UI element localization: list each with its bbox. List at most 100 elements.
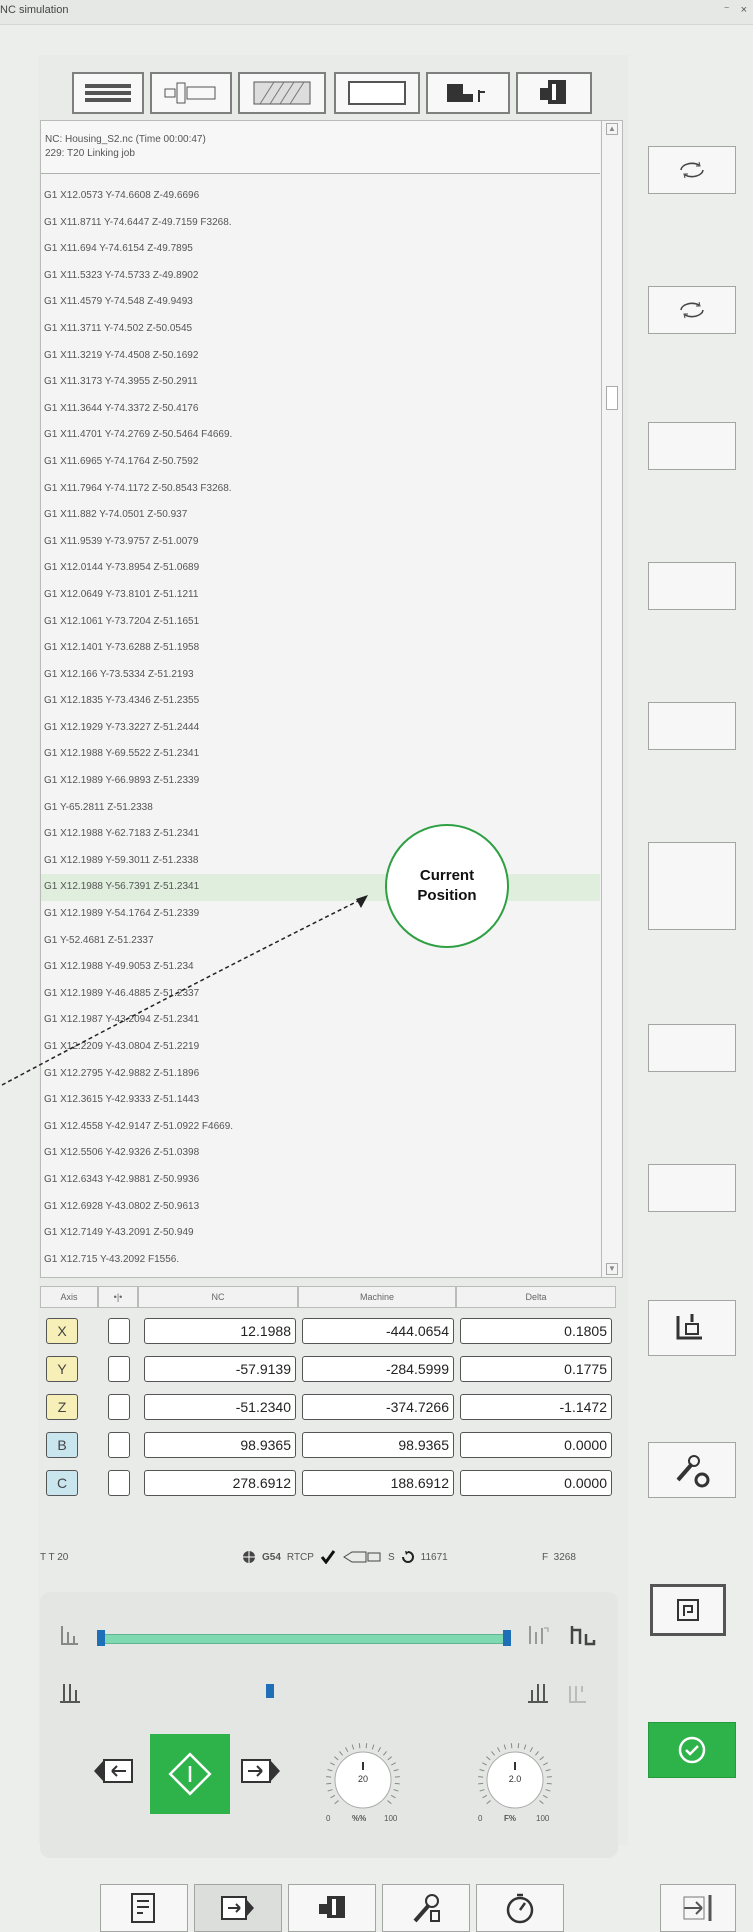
- progress-end-marker[interactable]: [503, 1630, 511, 1646]
- machine-setup-button[interactable]: [648, 1300, 736, 1356]
- code-line[interactable]: G1 X12.1835 Y-73.4346 Z-51.2355: [41, 688, 600, 715]
- scroll-thumb[interactable]: [606, 386, 618, 410]
- code-line[interactable]: G1 X12.7149 Y-43.2091 Z-50.949: [41, 1220, 600, 1247]
- code-line[interactable]: G1 X12.1929 Y-73.3227 Z-51.2444: [41, 715, 600, 742]
- lines-view-button[interactable]: [72, 72, 144, 114]
- spindle-rotate-icon: [401, 1551, 414, 1563]
- code-line[interactable]: G1 X11.3173 Y-74.3955 Z-50.2911: [41, 369, 600, 396]
- export-button[interactable]: [194, 1884, 282, 1932]
- code-line[interactable]: G1 Y-65.2811 Z-51.2338: [41, 795, 600, 822]
- blank-button-1[interactable]: [648, 422, 736, 470]
- code-line[interactable]: G1 X12.1061 Y-73.7204 Z-51.1651: [41, 609, 600, 636]
- rtcp-status: RTCP: [286, 1551, 314, 1563]
- setup-button[interactable]: [382, 1884, 470, 1932]
- code-line[interactable]: G1 X11.7964 Y-74.1172 Z-50.8543 F3268.: [41, 476, 600, 503]
- blank-button-4[interactable]: [648, 842, 736, 930]
- report-icon: [131, 1893, 155, 1923]
- code-line[interactable]: G1 X11.9539 Y-73.9757 Z-51.0079: [41, 529, 600, 556]
- confirm-button[interactable]: [648, 1722, 736, 1778]
- code-line[interactable]: G1 X12.5506 Y-42.9326 Z-51.0398: [41, 1140, 600, 1167]
- dial-min: 0: [478, 1814, 483, 1823]
- status-bar: G54 RTCP S 11671: [242, 1550, 448, 1564]
- code-line[interactable]: G1 X12.6343 Y-42.9881 Z-50.9936: [41, 1167, 600, 1194]
- toolpath-icon[interactable]: [568, 1622, 598, 1648]
- blank-button-3[interactable]: [648, 702, 736, 750]
- code-line[interactable]: G1 X12.715 Y-43.2092 F1556.: [41, 1247, 600, 1274]
- scroll-down-arrow-icon[interactable]: ▼: [606, 1263, 618, 1275]
- axis-label-c: C: [46, 1470, 78, 1496]
- exit-button[interactable]: [660, 1884, 736, 1932]
- nc-job-name: 229: T20 Linking job: [45, 148, 135, 159]
- scroll-up-arrow-icon[interactable]: ▲: [606, 123, 618, 135]
- window-controls[interactable]: ⁻ ×: [724, 3, 751, 16]
- code-line[interactable]: G1 X12.0649 Y-73.8101 Z-51.1211: [41, 582, 600, 609]
- hatch-view-button[interactable]: [238, 72, 326, 114]
- progress-start-marker[interactable]: [97, 1630, 105, 1646]
- override-dial[interactable]: 2.0 0 F% 100: [472, 1740, 558, 1830]
- nc-code-lines: G1 X12.0573 Y-74.6608 Z-49.6696 G1 X11.87…: [41, 183, 600, 1277]
- tool-view-button[interactable]: [516, 72, 592, 114]
- delta-value: 0.1805: [460, 1318, 612, 1344]
- override-dial[interactable]: 20 0 %% 100: [320, 1740, 406, 1830]
- axis-lock-checkbox[interactable]: [108, 1394, 130, 1420]
- step-forward-icon[interactable]: [526, 1680, 550, 1706]
- checkmark-icon: [320, 1550, 336, 1564]
- code-line[interactable]: G1 X11.3219 Y-74.4508 Z-50.1692: [41, 343, 600, 370]
- time-button[interactable]: [476, 1884, 564, 1932]
- code-line[interactable]: G1 X12.1989 Y-59.3011 Z-51.2338: [41, 848, 600, 875]
- stop-icon[interactable]: [566, 1682, 590, 1706]
- progress-track[interactable]: [100, 1634, 510, 1644]
- position-marker[interactable]: [266, 1684, 274, 1698]
- callout-arrow: [1, 895, 368, 1086]
- rotate-view-button-1[interactable]: [648, 146, 736, 194]
- code-line[interactable]: G1 X12.6928 Y-43.0802 Z-50.9613: [41, 1194, 600, 1221]
- code-line[interactable]: G1 X12.0144 Y-73.8954 Z-51.0689: [41, 555, 600, 582]
- col-delta: Delta: [456, 1286, 616, 1308]
- report-button[interactable]: [100, 1884, 188, 1932]
- code-line[interactable]: G1 X12.4558 Y-42.9147 Z-51.0922 F4669.: [41, 1114, 600, 1141]
- code-line[interactable]: G1 X11.882 Y-74.0501 Z-50.937: [41, 502, 600, 529]
- code-line[interactable]: G1 X12.166 Y-73.5334 Z-51.2193: [41, 662, 600, 689]
- tool-settings-button[interactable]: [648, 1442, 736, 1498]
- code-line[interactable]: G1 X11.5323 Y-74.5733 Z-49.8902: [41, 263, 600, 290]
- start-button[interactable]: [150, 1734, 230, 1814]
- jump-end-icon[interactable]: [526, 1622, 552, 1648]
- jump-start-icon[interactable]: [58, 1622, 82, 1648]
- code-line[interactable]: G1 X11.3644 Y-74.3372 Z-50.4176: [41, 396, 600, 423]
- axis-lock-checkbox[interactable]: [108, 1470, 130, 1496]
- code-line[interactable]: G1 X12.7153 Y-45.6343 F4669.: [41, 1273, 600, 1277]
- blank-button-6[interactable]: [648, 1164, 736, 1212]
- axis-lock-checkbox[interactable]: [108, 1356, 130, 1382]
- blank-button-5[interactable]: [648, 1024, 736, 1072]
- previous-button-icon[interactable]: [92, 1756, 136, 1786]
- component-view-button[interactable]: [150, 72, 232, 114]
- wrench-icon: [413, 1894, 440, 1923]
- tool-button[interactable]: [288, 1884, 376, 1932]
- callout-line-1: Current: [419, 867, 475, 884]
- next-button-icon[interactable]: [238, 1756, 282, 1786]
- code-line[interactable]: G1 X12.0573 Y-74.6608 Z-49.6696: [41, 183, 600, 210]
- code-line[interactable]: G1 X11.4701 Y-74.2769 Z-50.5464 F4669.: [41, 422, 600, 449]
- code-line[interactable]: G1 X11.694 Y-74.6154 Z-49.7895: [41, 236, 600, 263]
- rectangle-view-button[interactable]: [334, 72, 420, 114]
- axis-lock-checkbox[interactable]: [108, 1318, 130, 1344]
- machine-view-button[interactable]: [426, 72, 510, 114]
- axis-lock-checkbox[interactable]: [108, 1432, 130, 1458]
- code-line[interactable]: G1 X11.3711 Y-74.502 Z-50.0545: [41, 316, 600, 343]
- code-line[interactable]: G1 X12.1989 Y-66.9893 Z-51.2339: [41, 768, 600, 795]
- code-line[interactable]: G1 X11.4579 Y-74.548 Z-49.9493: [41, 289, 600, 316]
- code-scrollbar[interactable]: ▲ ▼: [601, 121, 622, 1277]
- blank-button-2[interactable]: [648, 562, 736, 610]
- step-mode-button[interactable]: [650, 1584, 726, 1636]
- nc-code-listing[interactable]: NC: Housing_S2.nc (Time 00:00:47) 229: T…: [40, 120, 623, 1278]
- code-line[interactable]: G1 X12.1988 Y-62.7183 Z-51.2341: [41, 821, 600, 848]
- dial-max: 100: [536, 1814, 550, 1823]
- delta-value: 0.1775: [460, 1356, 612, 1382]
- rotate-view-button-2[interactable]: [648, 286, 736, 334]
- start-diamond-icon: [168, 1752, 212, 1796]
- step-back-icon[interactable]: [58, 1680, 82, 1706]
- code-line[interactable]: G1 X12.1988 Y-69.5522 Z-51.2341: [41, 741, 600, 768]
- code-line[interactable]: G1 X11.6965 Y-74.1764 Z-50.7592: [41, 449, 600, 476]
- code-line[interactable]: G1 X11.8711 Y-74.6447 Z-49.7159 F3268.: [41, 210, 600, 237]
- code-line[interactable]: G1 X12.1401 Y-73.6288 Z-51.1958: [41, 635, 600, 662]
